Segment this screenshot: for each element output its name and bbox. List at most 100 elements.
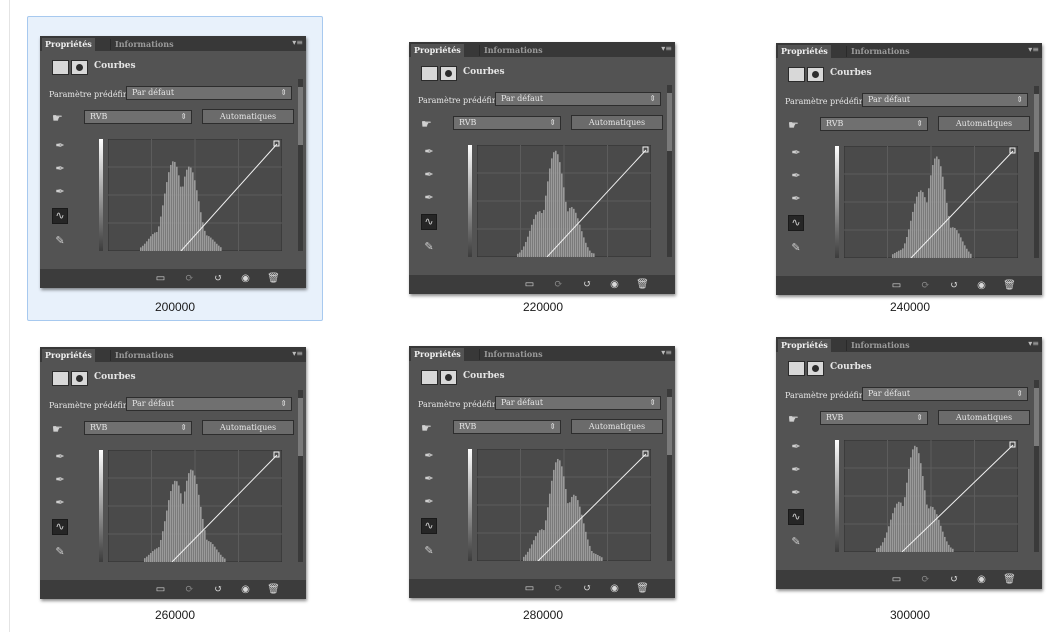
trash-icon[interactable]: 🗑 xyxy=(267,583,280,596)
curves-graph[interactable] xyxy=(108,450,282,562)
eyedropper-white-icon[interactable]: ✒ xyxy=(421,190,437,206)
eyedropper-gray-icon[interactable]: ✒ xyxy=(788,168,804,184)
view-previous-icon[interactable]: ⟳ xyxy=(183,583,196,596)
auto-button[interactable]: Automatiques xyxy=(202,109,294,124)
preset-select[interactable]: Par défaut ⇕ xyxy=(495,92,661,106)
curves-graph[interactable] xyxy=(844,440,1018,552)
trash-icon[interactable]: 🗑 xyxy=(1003,573,1016,586)
reset-icon[interactable]: ↺ xyxy=(581,278,594,291)
targeted-adjustment-icon[interactable]: ☛ xyxy=(788,119,799,131)
panel-scrollbar[interactable] xyxy=(667,85,672,257)
view-previous-icon[interactable]: ⟳ xyxy=(552,278,565,291)
eyedropper-white-icon[interactable]: ✒ xyxy=(788,485,804,501)
tab-proprietes[interactable]: Propriétés xyxy=(42,38,95,51)
reset-icon[interactable]: ↺ xyxy=(212,583,225,596)
targeted-adjustment-icon[interactable]: ☛ xyxy=(421,422,432,434)
visibility-icon[interactable]: ◉ xyxy=(239,272,252,285)
channel-select[interactable]: RVB ⇕ xyxy=(820,117,928,131)
auto-button[interactable]: Automatiques xyxy=(571,419,663,434)
eyedropper-white-icon[interactable]: ✒ xyxy=(52,184,68,200)
auto-button[interactable]: Automatiques xyxy=(938,116,1030,131)
channel-select[interactable]: RVB ⇕ xyxy=(453,116,561,130)
view-previous-icon[interactable]: ⟳ xyxy=(919,279,932,292)
tab-proprietes[interactable]: Propriétés xyxy=(411,44,464,57)
panel-menu-icon[interactable]: ▾≡ xyxy=(661,44,672,53)
visibility-icon[interactable]: ◉ xyxy=(975,573,988,586)
panel-scrollbar[interactable] xyxy=(298,79,303,251)
eyedropper-white-icon[interactable]: ✒ xyxy=(52,495,68,511)
tab-informations[interactable]: Informations xyxy=(848,339,913,352)
clip-to-layer-icon[interactable]: ▭ xyxy=(154,583,167,596)
curves-graph[interactable] xyxy=(477,145,651,257)
eyedropper-black-icon[interactable]: ✒ xyxy=(788,439,804,455)
clip-to-layer-icon[interactable]: ▭ xyxy=(523,582,536,595)
eyedropper-black-icon[interactable]: ✒ xyxy=(421,448,437,464)
panel-menu-icon[interactable]: ▾≡ xyxy=(1028,339,1039,348)
channel-select[interactable]: RVB ⇕ xyxy=(820,411,928,425)
preset-select[interactable]: Par défaut ⇕ xyxy=(862,387,1028,401)
eyedropper-gray-icon[interactable]: ✒ xyxy=(52,472,68,488)
preset-select[interactable]: Par défaut ⇕ xyxy=(495,396,661,410)
channel-select[interactable]: RVB ⇕ xyxy=(453,420,561,434)
eyedropper-gray-icon[interactable]: ✒ xyxy=(52,161,68,177)
tab-informations[interactable]: Informations xyxy=(112,38,177,51)
eyedropper-gray-icon[interactable]: ✒ xyxy=(421,167,437,183)
panel-menu-icon[interactable]: ▾≡ xyxy=(1028,45,1039,54)
pencil-icon[interactable]: ✎ xyxy=(421,239,437,255)
channel-select[interactable]: RVB ⇕ xyxy=(84,110,192,124)
panel-scrollbar[interactable] xyxy=(298,390,303,562)
reset-icon[interactable]: ↺ xyxy=(948,279,961,292)
preset-select[interactable]: Par défaut ⇕ xyxy=(126,397,292,411)
curve-tool-icon[interactable]: ∿ xyxy=(421,518,437,534)
panel-scrollbar[interactable] xyxy=(1034,380,1039,552)
reset-icon[interactable]: ↺ xyxy=(948,573,961,586)
tab-proprietes[interactable]: Propriétés xyxy=(42,349,95,362)
mask-icon[interactable] xyxy=(440,66,457,81)
reset-icon[interactable]: ↺ xyxy=(581,582,594,595)
mask-icon[interactable] xyxy=(71,60,88,75)
curve-tool-icon[interactable]: ∿ xyxy=(52,519,68,535)
eyedropper-black-icon[interactable]: ✒ xyxy=(52,138,68,154)
eyedropper-gray-icon[interactable]: ✒ xyxy=(421,471,437,487)
eyedropper-black-icon[interactable]: ✒ xyxy=(421,144,437,160)
tab-informations[interactable]: Informations xyxy=(481,348,546,361)
curves-graph[interactable] xyxy=(844,146,1018,258)
tab-informations[interactable]: Informations xyxy=(481,44,546,57)
curves-graph[interactable] xyxy=(477,449,651,561)
auto-button[interactable]: Automatiques xyxy=(202,420,294,435)
eyedropper-white-icon[interactable]: ✒ xyxy=(421,494,437,510)
targeted-adjustment-icon[interactable]: ☛ xyxy=(52,112,63,124)
trash-icon[interactable]: 🗑 xyxy=(636,278,649,291)
curve-tool-icon[interactable]: ∿ xyxy=(788,509,804,525)
tab-informations[interactable]: Informations xyxy=(112,349,177,362)
reset-icon[interactable]: ↺ xyxy=(212,272,225,285)
panel-menu-icon[interactable]: ▾≡ xyxy=(292,349,303,358)
panel-menu-icon[interactable]: ▾≡ xyxy=(292,38,303,47)
tab-proprietes[interactable]: Propriétés xyxy=(778,339,831,352)
tab-informations[interactable]: Informations xyxy=(848,45,913,58)
pencil-icon[interactable]: ✎ xyxy=(421,543,437,559)
eyedropper-black-icon[interactable]: ✒ xyxy=(52,449,68,465)
trash-icon[interactable]: 🗑 xyxy=(1003,279,1016,292)
eyedropper-black-icon[interactable]: ✒ xyxy=(788,145,804,161)
mask-icon[interactable] xyxy=(440,370,457,385)
channel-select[interactable]: RVB ⇕ xyxy=(84,421,192,435)
auto-button[interactable]: Automatiques xyxy=(571,115,663,130)
curve-tool-icon[interactable]: ∿ xyxy=(52,208,68,224)
trash-icon[interactable]: 🗑 xyxy=(636,582,649,595)
clip-to-layer-icon[interactable]: ▭ xyxy=(154,272,167,285)
tab-proprietes[interactable]: Propriétés xyxy=(778,45,831,58)
curve-tool-icon[interactable]: ∿ xyxy=(421,214,437,230)
mask-icon[interactable] xyxy=(807,361,824,376)
preset-select[interactable]: Par défaut ⇕ xyxy=(126,86,292,100)
visibility-icon[interactable]: ◉ xyxy=(608,582,621,595)
panel-menu-icon[interactable]: ▾≡ xyxy=(661,348,672,357)
trash-icon[interactable]: 🗑 xyxy=(267,272,280,285)
curve-tool-icon[interactable]: ∿ xyxy=(788,215,804,231)
preset-select[interactable]: Par défaut ⇕ xyxy=(862,93,1028,107)
pencil-icon[interactable]: ✎ xyxy=(52,233,68,249)
eyedropper-white-icon[interactable]: ✒ xyxy=(788,191,804,207)
curves-graph[interactable] xyxy=(108,139,282,251)
panel-scrollbar[interactable] xyxy=(1034,86,1039,258)
tab-proprietes[interactable]: Propriétés xyxy=(411,348,464,361)
